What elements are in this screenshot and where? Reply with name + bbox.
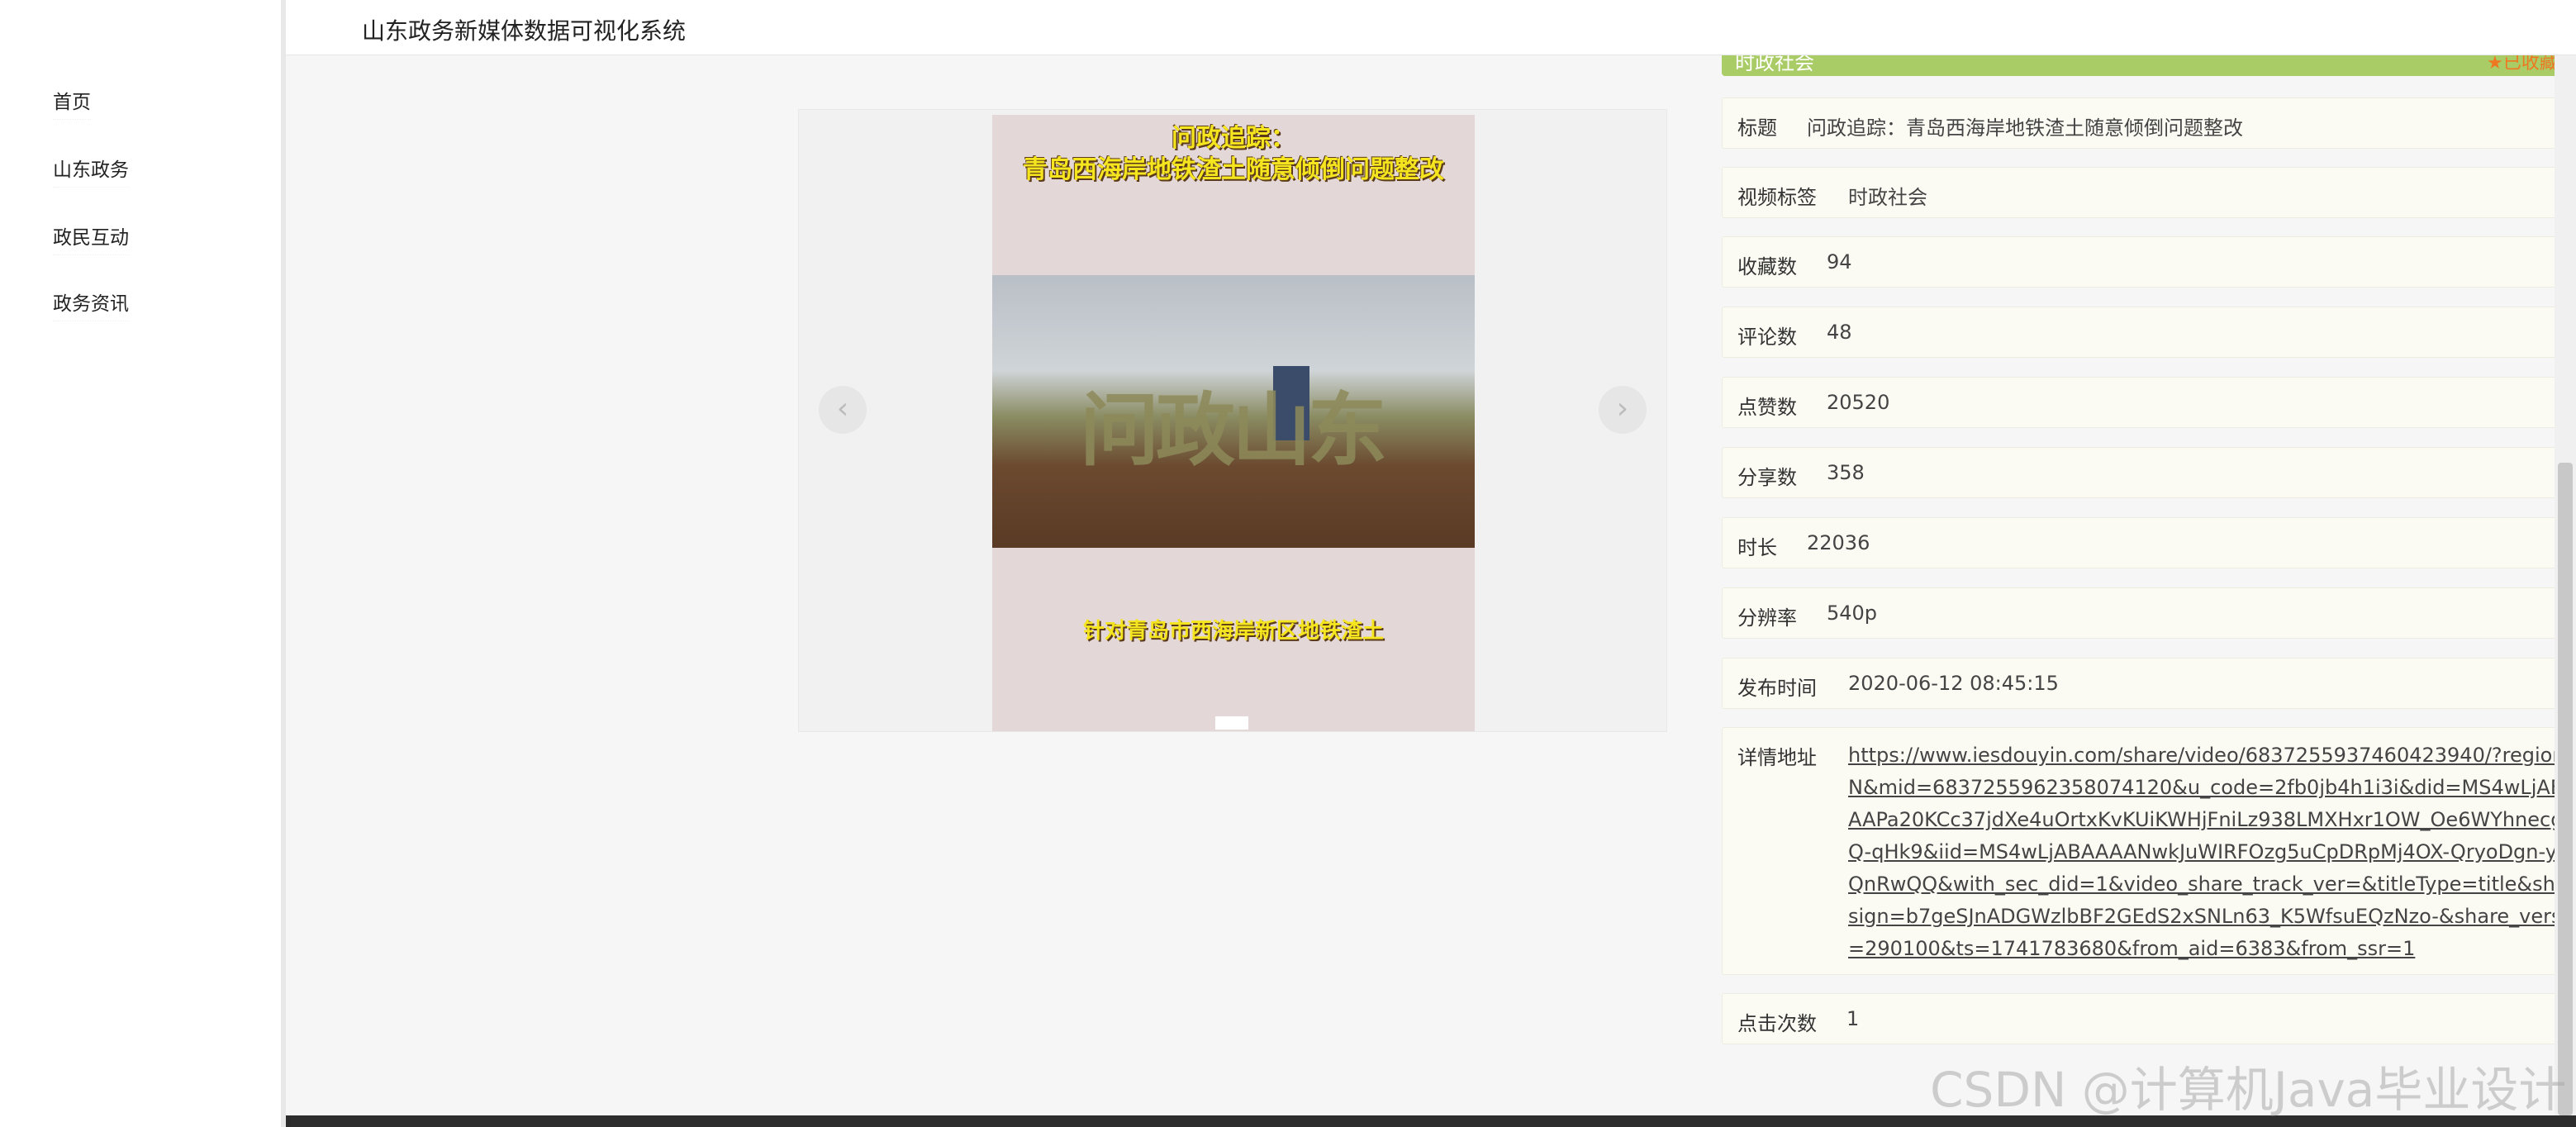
carousel-slide[interactable]: 问政追踪： 青岛西海岸地铁渣土随意倾倒问题整改 问政山东 针对青岛市西海岸新区地…	[992, 115, 1475, 731]
app-title: 山东政务新媒体数据可视化系统	[362, 17, 687, 45]
detail-row-likes: 点赞数 20520	[1722, 377, 2576, 428]
scrollbar-thumb[interactable]	[2558, 463, 2573, 1115]
detail-row-tag: 视频标签 时政社会	[1722, 167, 2576, 218]
slide-title-line1: 问政追踪：	[1172, 124, 1295, 153]
slide-caption: 针对青岛市西海岸新区地铁渣土	[1082, 619, 1384, 644]
row-value: 358	[1827, 461, 1865, 484]
detail-row-publish-time: 发布时间 2020-06-12 08:45:15	[1722, 658, 2576, 709]
row-value: 问政追踪：青岛西海岸地铁渣土随意倾倒问题整改	[1807, 117, 2243, 140]
row-value: 时政社会	[1848, 186, 1927, 209]
detail-row-duration: 时长 22036	[1722, 517, 2576, 568]
row-value: 540p	[1827, 602, 1878, 625]
row-value: 94	[1827, 250, 1852, 273]
main-content: 问政追踪： 青岛西海岸地铁渣土随意倾倒问题整改 问政山东 针对青岛市西海岸新区地…	[286, 33, 2576, 1115]
sidebar-item-shandong-gov[interactable]: 山东政务	[53, 149, 129, 188]
photo-sign: 问政山东	[1080, 384, 1387, 477]
detail-row-favorites: 收藏数 94	[1722, 236, 2576, 288]
detail-row-resolution: 分辨率 540p	[1722, 587, 2576, 639]
detail-row-clicks: 点击次数 1	[1722, 993, 2576, 1044]
carousel-next-button[interactable]: ›	[1599, 386, 1647, 434]
row-label: 分享数	[1737, 466, 1797, 489]
carousel-indicator[interactable]	[1215, 716, 1248, 730]
sidebar: 首页 山东政务 政民互动 政务资讯	[0, 0, 284, 1127]
slide-title: 问政追踪： 青岛西海岸地铁渣土随意倾倒问题整改	[992, 123, 1475, 186]
row-label: 发布时间	[1737, 677, 1817, 700]
row-label: 时长	[1737, 536, 1777, 559]
sidebar-item-citizen-interaction[interactable]: 政民互动	[53, 216, 129, 255]
detail-row-shares: 分享数 358	[1722, 447, 2576, 498]
row-label: 视频标签	[1737, 186, 1817, 209]
row-value: 20520	[1827, 391, 1890, 414]
slide-title-line2: 青岛西海岸地铁渣土随意倾倒问题整改	[1023, 155, 1444, 184]
row-value: 48	[1827, 321, 1852, 344]
detail-row-url: 详情地址 https://www.iesdouyin.com/share/vid…	[1722, 727, 2576, 975]
detail-row-comments: 评论数 48	[1722, 307, 2576, 358]
row-label: 点击次数	[1737, 1012, 1817, 1035]
detail-url-link[interactable]: https://www.iesdouyin.com/share/video/68…	[1848, 739, 2576, 965]
carousel-prev-button[interactable]: ‹	[819, 386, 867, 434]
row-label: 点赞数	[1737, 396, 1797, 419]
row-label: 标题	[1737, 117, 1777, 140]
row-label: 评论数	[1737, 326, 1797, 349]
row-value: 22036	[1807, 531, 1870, 554]
slide-photo: 问政山东	[992, 275, 1475, 548]
row-label: 详情地址	[1737, 746, 1817, 769]
watermark: CSDN @计算机Java毕业设计	[1930, 1062, 2567, 1118]
sidebar-item-home[interactable]: 首页	[53, 81, 91, 120]
row-value: 2020-06-12 08:45:15	[1848, 672, 2059, 695]
video-carousel: 问政追踪： 青岛西海岸地铁渣土随意倾倒问题整改 问政山东 针对青岛市西海岸新区地…	[798, 109, 1667, 732]
row-value: 1	[1846, 1007, 1860, 1030]
detail-row-title: 标题 问政追踪：青岛西海岸地铁渣土随意倾倒问题整改	[1722, 97, 2576, 149]
row-label: 收藏数	[1737, 255, 1797, 278]
sidebar-item-gov-news[interactable]: 政务资讯	[53, 283, 129, 321]
top-header: 山东政务新媒体数据可视化系统	[286, 0, 2576, 55]
row-label: 分辨率	[1737, 606, 1797, 630]
